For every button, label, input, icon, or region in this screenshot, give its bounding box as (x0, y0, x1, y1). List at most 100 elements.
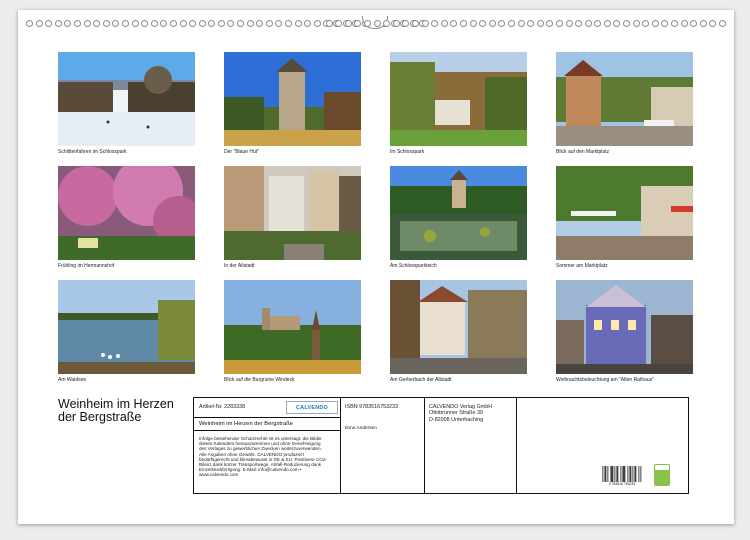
binding-ring (421, 20, 429, 27)
product-info-box: Artikel-Nr. 2283338 CALVENDO Weinheim im… (193, 397, 689, 494)
barcode-bar (604, 466, 606, 482)
binding-ring (719, 20, 726, 27)
binding-ring (160, 20, 168, 27)
binding-ring (546, 20, 554, 27)
binding-ring (527, 20, 535, 27)
calendar-title-row: Weinheim im Herzen der Bergstraße (194, 417, 340, 431)
binding-ring (440, 20, 448, 27)
binding-ring (671, 20, 679, 27)
binding-ring (237, 20, 245, 27)
binding-ring (102, 20, 110, 27)
binding-ring (498, 20, 506, 27)
photo-caption: Der "Blaue Hut" (224, 149, 259, 155)
binding-ring (26, 20, 33, 27)
barcode-bar (620, 466, 622, 482)
barcode-bars (602, 466, 642, 482)
binding-ring (680, 20, 688, 27)
photo-caption: Am Waidsee (58, 377, 87, 383)
photo-tile: Am Waidsee (58, 280, 195, 383)
barcode-bar (640, 466, 642, 482)
calvendo-logo: CALVENDO (286, 401, 338, 414)
publisher-street: Ottobrunner Straße 39 (429, 410, 483, 417)
binding-ring (507, 20, 515, 27)
photo-caption: Blick auf den Marktplatz (556, 149, 610, 155)
binding-ring (459, 20, 467, 27)
binding-ring (575, 20, 583, 27)
binding-ring (112, 20, 120, 27)
calvendo-logo-text: CALVENDO (295, 404, 329, 411)
binding-ring (54, 20, 62, 27)
binding-ring (373, 20, 381, 27)
binding-ring (594, 20, 602, 27)
ean-barcode: 9 783516 753233 (602, 466, 642, 486)
photo-tile: Im Schlosspark (390, 52, 527, 155)
barcode-bar (611, 466, 613, 482)
binding-ring (335, 20, 343, 27)
photo-tile: Am Schlossparkteich (390, 166, 527, 269)
binding-ring (45, 20, 53, 27)
binding-ring (121, 20, 129, 27)
article-number: Artikel-Nr. 2283338 (199, 404, 246, 410)
info-column-article: Artikel-Nr. 2283338 CALVENDO Weinheim im… (194, 398, 341, 493)
barcode-number: 9 783516 753233 (608, 482, 636, 486)
binding-ring (246, 20, 254, 27)
binding-ring (354, 20, 362, 27)
barcode-bar (623, 466, 625, 482)
binding-ring (189, 20, 197, 27)
binding-ring (642, 20, 650, 27)
photo-caption: Weihnachtsbeleuchtung am "Alten Rathaus" (556, 377, 654, 383)
photo-blue-hat-tower (224, 52, 361, 146)
binding-ring (344, 20, 352, 27)
photo-spring-hermannshof (58, 166, 195, 260)
binding-ring (699, 20, 707, 27)
photo-caption: Am Schlossparkteich (390, 263, 437, 269)
photo-castle-pond (390, 166, 527, 260)
photo-old-town (224, 166, 361, 260)
barcode-bar (616, 466, 618, 482)
barcode-bar (624, 466, 626, 482)
barcode-bar (602, 466, 604, 482)
barcode-bar (627, 466, 629, 482)
binding-ring (488, 20, 496, 27)
photo-tile: Blick auf den Marktplatz (556, 52, 693, 155)
author-name: Ilona Andersen (345, 426, 378, 431)
binding-ring (613, 20, 621, 27)
barcode-bar (614, 466, 616, 482)
photo-snow-park (58, 52, 195, 146)
binding-ring (450, 20, 458, 27)
binding-ring (651, 20, 659, 27)
photo-caption: Blick auf die Burgruine Windeck (224, 377, 295, 383)
barcode-bar (622, 466, 624, 482)
binding-ring (536, 20, 544, 27)
binding-ring (198, 20, 206, 27)
barcode-bar (630, 466, 632, 482)
barcode-bar (612, 466, 614, 482)
calendar-title: Weinheim im Herzen der Bergstraße (58, 398, 198, 424)
binding-ring (93, 20, 101, 27)
binding-ring (304, 20, 312, 27)
binding-ring (623, 20, 631, 27)
calendar-title-line-2: der Bergstraße (58, 410, 142, 424)
binding-ring (73, 20, 81, 27)
binding-ring (256, 20, 264, 27)
binding-ring (565, 20, 573, 27)
binding-ring (709, 20, 717, 27)
publisher-address: CALVENDO Verlag GmbH Ottobrunner Straße … (429, 404, 492, 423)
photo-gerberbach (390, 280, 527, 374)
ring-binding (18, 16, 734, 32)
binding-ring (83, 20, 91, 27)
photo-tile: Frühling im Hermannshof (58, 166, 195, 269)
barcode-bar (632, 466, 634, 482)
binding-ring (632, 20, 640, 27)
binding-ring (603, 20, 611, 27)
binding-ring (392, 20, 400, 27)
info-column-publisher: CALVENDO Verlag GmbH Ottobrunner Straße … (424, 398, 517, 493)
photo-caption: Frühling im Hermannshof (58, 263, 115, 269)
photo-castle-park (390, 52, 527, 146)
binding-ring (412, 20, 419, 27)
photo-tile: Am Gerberbach der Altstadt (390, 280, 527, 383)
binding-ring (313, 20, 321, 27)
barcode-bar (629, 466, 631, 482)
barcode-bar (610, 466, 612, 482)
photo-caption: Im Schlosspark (390, 149, 425, 155)
